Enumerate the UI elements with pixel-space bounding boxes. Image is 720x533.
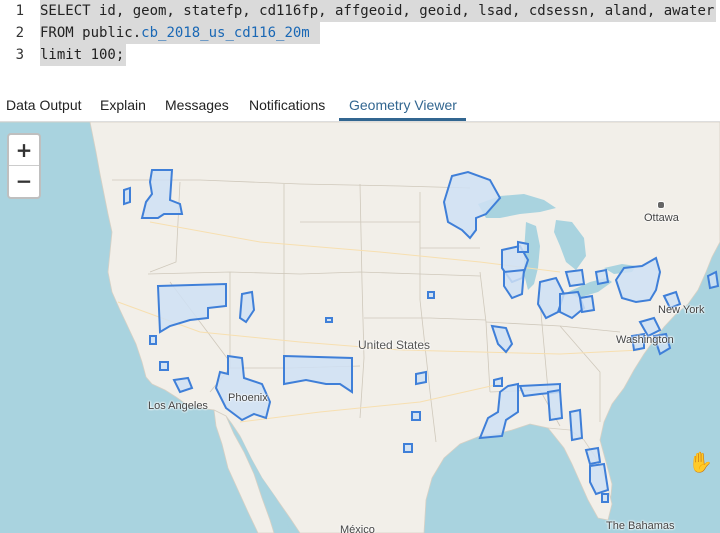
hand-cursor-icon: ✋	[688, 452, 713, 474]
district-polygon[interactable]	[517, 240, 529, 253]
district-polygon[interactable]	[601, 493, 609, 503]
city-dot-ottawa	[657, 201, 665, 209]
district-polygon[interactable]	[568, 408, 584, 442]
zoom-out-button[interactable]: −	[9, 166, 39, 196]
tab-explain[interactable]: Explain	[100, 90, 146, 121]
active-tab-indicator	[339, 118, 466, 121]
label-the-bahamas: The Bahamas	[606, 520, 675, 532]
district-polygon[interactable]	[594, 268, 610, 286]
district-polygon[interactable]	[564, 268, 586, 288]
map-canvas[interactable]	[0, 122, 720, 533]
editor-line-3[interactable]: 3 limit 100;	[0, 44, 720, 66]
label-united-states: United States	[358, 338, 431, 352]
sql-editor[interactable]: 1 SELECT id, geom, statefp, cd116fp, aff…	[0, 0, 720, 90]
tab-data-output[interactable]: Data Output	[6, 90, 82, 121]
line-number: 1	[15, 3, 24, 19]
label-phoenix: Phoenix	[228, 392, 268, 404]
sql-code[interactable]: limit 100;	[40, 44, 127, 66]
label-new-york: New York	[658, 304, 705, 316]
line-number: 2	[15, 25, 24, 41]
district-polygon[interactable]	[149, 335, 157, 345]
district-polygon[interactable]	[493, 376, 503, 387]
district-polygon[interactable]	[325, 317, 333, 323]
label-washington: Washington	[616, 334, 674, 346]
sql-code[interactable]: FROM public.cb_2018_us_cd116_20m	[40, 22, 320, 44]
zoom-controls: + −	[7, 133, 41, 199]
district-polygon[interactable]	[578, 294, 596, 314]
sql-code[interactable]: SELECT id, geom, statefp, cd116fp, affge…	[40, 0, 717, 22]
sql-keyword-from: FROM public.	[40, 25, 142, 41]
tab-notifications[interactable]: Notifications	[249, 90, 325, 121]
sql-table-name: cb_2018_us_cd116_20m	[141, 25, 310, 41]
label-los-angeles: Los Angeles	[148, 400, 208, 412]
district-polygon[interactable]	[123, 186, 131, 206]
district-polygon[interactable]	[159, 361, 169, 371]
editor-line-2[interactable]: 2 FROM public.cb_2018_us_cd116_20m	[0, 22, 720, 44]
tab-geometry-viewer[interactable]: Geometry Viewer	[349, 90, 457, 121]
label-mexico: México	[340, 524, 375, 533]
label-ottawa: Ottawa	[644, 212, 679, 224]
district-polygon[interactable]	[706, 270, 720, 290]
geometry-viewer-map[interactable]: + − Ottawa New York Washington United St…	[0, 122, 720, 533]
tab-messages[interactable]: Messages	[165, 90, 229, 121]
district-polygon[interactable]	[403, 443, 413, 453]
district-polygon[interactable]	[411, 411, 421, 421]
district-polygon[interactable]	[415, 370, 427, 386]
district-polygon[interactable]	[427, 291, 435, 299]
zoom-in-button[interactable]: +	[9, 135, 39, 166]
land-mass	[0, 122, 720, 533]
result-tabs: Data Output Explain Messages Notificatio…	[0, 90, 720, 122]
editor-line-1[interactable]: 1 SELECT id, geom, statefp, cd116fp, aff…	[0, 0, 720, 22]
line-number: 3	[15, 47, 24, 63]
district-polygon[interactable]	[546, 388, 564, 422]
district-polygon[interactable]	[589, 462, 610, 496]
